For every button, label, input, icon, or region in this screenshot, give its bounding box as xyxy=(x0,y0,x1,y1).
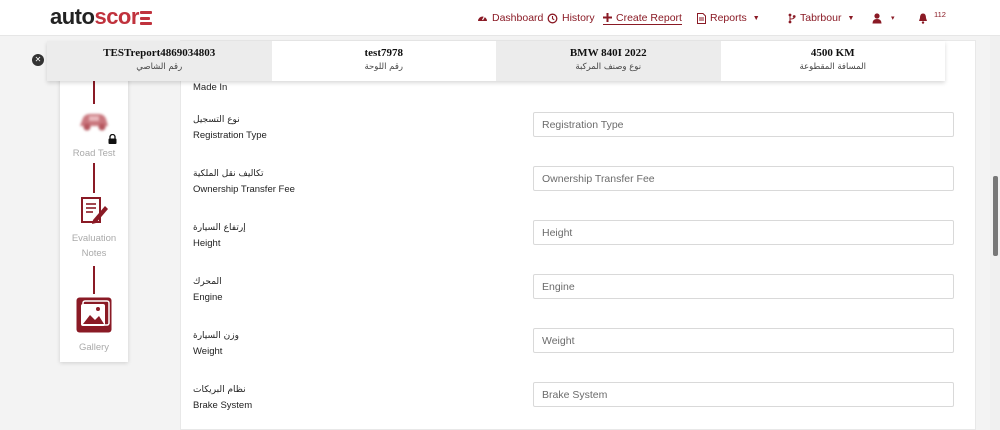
nav-history[interactable]: History xyxy=(547,11,595,25)
vehicle-specs-form: Made In نوع التسجيل Registration Type تك… xyxy=(180,40,976,430)
plus-icon xyxy=(603,13,612,22)
vehicle-model-value: BMW 840I 2022 xyxy=(569,47,647,59)
form-row-brake-system: نظام البريكات Brake System xyxy=(193,382,963,411)
report-summary-bar: ✕ TESTreport4869034803 رقم الشاصي test79… xyxy=(0,36,1000,81)
weight-input[interactable] xyxy=(533,328,954,353)
summary-plate-number: test7978 رقم اللوحة xyxy=(271,41,496,81)
car-icon xyxy=(80,114,108,131)
logo-text-score: scor xyxy=(94,4,139,29)
nav-reports-label: Reports xyxy=(710,12,747,24)
chassis-number-label: رقم الشاصي xyxy=(136,62,183,72)
nav-dashboard[interactable]: Dashboard xyxy=(477,11,543,25)
lock-icon xyxy=(108,134,117,144)
step-evaluation-label-line1: Evaluation xyxy=(71,233,117,244)
document-icon xyxy=(697,12,706,24)
brake-system-input[interactable] xyxy=(533,382,954,407)
step-road-test-label: Road Test xyxy=(72,148,116,159)
step-evaluation-notes[interactable]: Evaluation Notes xyxy=(60,196,128,261)
nav-create-report[interactable]: Create Report xyxy=(603,11,682,25)
nav-user-menu[interactable]: Tabrbour ▼ xyxy=(788,11,854,25)
step-connector xyxy=(93,163,95,193)
made-in-label-en: Made In xyxy=(193,82,228,93)
chevron-down-icon: ▾ xyxy=(891,15,895,22)
autoscore-logo[interactable]: autoscor xyxy=(50,6,152,28)
step-road-test[interactable]: Road Test xyxy=(60,108,128,161)
plate-number-value: test7978 xyxy=(364,47,404,59)
step-gallery-label: Gallery xyxy=(78,342,110,353)
ownership-transfer-fee-input[interactable] xyxy=(533,166,954,191)
report-steps-sidebar: Road Test Evaluation Notes Gallery xyxy=(60,60,128,362)
nav-create-report-label: Create Report xyxy=(616,11,682,24)
gallery-icon xyxy=(76,297,112,333)
registration-type-input[interactable] xyxy=(533,112,954,137)
scrollbar-thumb[interactable] xyxy=(993,176,998,256)
step-gallery[interactable]: Gallery xyxy=(60,296,128,355)
nav-reports-dropdown[interactable]: Reports ▼ xyxy=(697,11,760,25)
form-row-registration-type: نوع التسجيل Registration Type xyxy=(193,112,963,141)
form-row-ownership-transfer-fee: تكاليف نقل الملكية Ownership Transfer Fe… xyxy=(193,166,963,195)
notification-count-badge: 112 xyxy=(934,9,946,19)
user-cog-icon xyxy=(872,12,885,24)
summary-chassis-number: TESTreport4869034803 رقم الشاصي xyxy=(47,41,272,81)
plate-number-label: رقم اللوحة xyxy=(364,62,404,72)
nav-notifications[interactable]: 112 xyxy=(918,9,946,25)
nav-history-label: History xyxy=(562,12,595,24)
step-evaluation-label-line2: Notes xyxy=(81,248,107,259)
dashboard-gauge-icon xyxy=(477,13,488,23)
page-scrollbar[interactable] xyxy=(990,36,1000,430)
step-connector xyxy=(93,80,95,104)
close-icon[interactable]: ✕ xyxy=(32,54,44,66)
logo-text-auto: auto xyxy=(50,4,95,29)
nav-user-settings[interactable]: ▾ xyxy=(872,11,895,25)
logo-e-mark xyxy=(139,11,152,25)
vehicle-model-label: نوع وصنف المركبة xyxy=(575,62,642,72)
chevron-down-icon: ▼ xyxy=(752,14,760,22)
form-row-engine: المحرك Engine xyxy=(193,274,963,303)
chassis-number-value: TESTreport4869034803 xyxy=(103,47,216,59)
summary-vehicle-model: BMW 840I 2022 نوع وصنف المركبة xyxy=(496,41,721,81)
top-navbar: autoscor Dashboard History Create Report… xyxy=(0,0,1000,36)
chevron-down-icon: ▼ xyxy=(847,14,855,22)
history-icon xyxy=(547,13,558,24)
nav-user-label: Tabrbour xyxy=(800,12,842,24)
form-row-height: إرتفاع السيارة Height xyxy=(193,220,963,249)
branch-icon xyxy=(788,13,796,24)
notes-icon xyxy=(81,197,108,224)
form-row-weight: وزن السيارة Weight xyxy=(193,328,963,357)
step-connector xyxy=(93,266,95,294)
mileage-value: 4500 KM xyxy=(810,47,855,59)
nav-dashboard-label: Dashboard xyxy=(492,12,544,24)
summary-cells: TESTreport4869034803 رقم الشاصي test7978… xyxy=(47,41,945,81)
mileage-label: المسافة المقطوعة xyxy=(799,62,867,72)
summary-mileage: 4500 KM المسافة المقطوعة xyxy=(720,41,945,81)
height-input[interactable] xyxy=(533,220,954,245)
bell-icon xyxy=(918,13,928,24)
engine-input[interactable] xyxy=(533,274,954,299)
